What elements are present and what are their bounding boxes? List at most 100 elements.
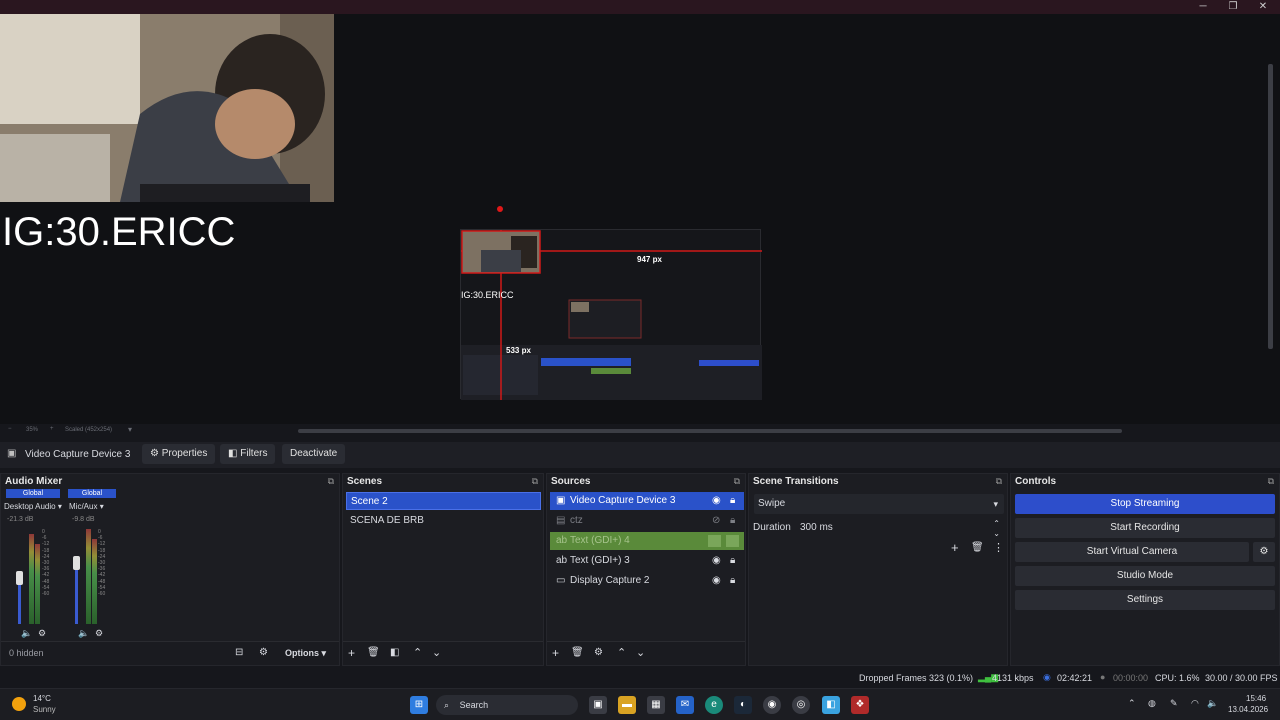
windows-start-icon[interactable]: ⊞: [410, 696, 428, 714]
steam-icon[interactable]: ◐: [734, 696, 752, 714]
eye-icon[interactable]: ◉: [712, 572, 721, 590]
trash-icon[interactable]: 🗑: [367, 647, 380, 658]
audio-mixer-footer: 0 hidden ⊟ ⚙ Options ▾: [1, 641, 339, 665]
stop-streaming-button[interactable]: Stop Streaming: [1015, 494, 1275, 514]
more-icon[interactable]: ⋮: [993, 541, 1004, 554]
add-icon[interactable]: +: [348, 646, 355, 660]
dock-undock-icon[interactable]: ⧉: [996, 476, 1002, 487]
chevron-up-icon[interactable]: ⌃: [1128, 698, 1136, 709]
dock-undock-icon[interactable]: ⧉: [532, 476, 538, 487]
add-icon[interactable]: +: [951, 540, 959, 555]
lock-icon[interactable]: 🔒︎: [730, 572, 735, 590]
tray-icon[interactable]: ◍: [1148, 698, 1156, 709]
start-recording-button[interactable]: Start Recording: [1015, 518, 1275, 538]
height-label: 533 px: [506, 346, 531, 355]
source-item[interactable]: ab Text (GDI+) 3 ◉ 🔒︎: [550, 552, 744, 570]
mail-icon[interactable]: ✉: [676, 696, 694, 714]
duration-field[interactable]: 300 ms ⌃ ⌄: [796, 518, 1004, 538]
preview-horizontal-scrollbar[interactable]: [298, 429, 1122, 433]
taskbar-search[interactable]: ⌕ Search: [436, 695, 578, 715]
preview-area[interactable]: IG:30.ERICC 947 px 533 px IG:30.ERICC: [0, 14, 1280, 424]
source-item[interactable]: ab Text (GDI+) 4: [550, 532, 744, 550]
dock-undock-icon[interactable]: ⧉: [1268, 476, 1274, 487]
trash-icon[interactable]: 🗑: [571, 647, 584, 658]
add-icon[interactable]: +: [552, 646, 559, 660]
channel-name-desktop-audio[interactable]: Desktop Audio ▾: [4, 502, 62, 511]
app-icon[interactable]: ❖: [851, 696, 869, 714]
zoom-in-button[interactable]: +: [50, 426, 54, 432]
monitor-icon: ▭: [556, 575, 566, 586]
speaker-icon[interactable]: 🔈: [1207, 698, 1218, 709]
arrow-up-icon[interactable]: ⌃: [617, 646, 626, 659]
studio-mode-button[interactable]: Studio Mode: [1015, 566, 1275, 586]
source-item[interactable]: ▤ ctz ⊘ 🔒︎: [550, 512, 744, 530]
task-view-icon[interactable]: ▣: [589, 696, 607, 714]
arrow-up-icon[interactable]: ⌃: [413, 646, 422, 659]
sources-title: Sources: [551, 476, 591, 487]
camera-icon: ▣: [7, 448, 17, 459]
gear-icon[interactable]: ⚙: [95, 628, 103, 639]
pen-icon[interactable]: ✎: [1170, 698, 1178, 709]
scene-item[interactable]: SCENA DE BRB: [346, 512, 541, 530]
canvas-preview[interactable]: 947 px 533 px IG:30.ERICC: [460, 229, 762, 400]
gear-icon[interactable]: ⚙: [594, 647, 603, 658]
deactivate-button[interactable]: Deactivate: [282, 444, 346, 464]
lock-icon[interactable]: [726, 535, 739, 547]
webcam-feed[interactable]: [0, 14, 334, 202]
scale-info: Scaled (452x254): [65, 427, 113, 433]
scene-transitions-dock: Scene Transitions ⧉ Swipe ▾ Duration 300…: [748, 473, 1008, 666]
text-icon: ab: [556, 535, 568, 546]
maximize-button[interactable]: ❐: [1218, 0, 1248, 14]
volume-slider-desktop[interactable]: [16, 571, 23, 585]
trash-icon[interactable]: 🗑: [971, 542, 984, 553]
edge-icon[interactable]: e: [705, 696, 723, 714]
chevron-down-icon[interactable]: ▾: [128, 425, 132, 434]
properties-button[interactable]: ⚙ Properties: [142, 444, 216, 464]
eye-icon[interactable]: [708, 535, 721, 547]
wifi-icon[interactable]: ◠: [1191, 698, 1199, 709]
speaker-icon[interactable]: 🔈: [78, 628, 89, 639]
virtual-camera-settings-button[interactable]: ⚙: [1253, 542, 1275, 562]
source-label: ctz: [570, 515, 583, 526]
text-icon: ab: [556, 555, 568, 566]
eye-icon[interactable]: ◉: [712, 492, 721, 510]
sun-icon[interactable]: [12, 697, 26, 711]
record-icon: ●: [1100, 672, 1106, 682]
zoom-out-button[interactable]: −: [8, 426, 12, 432]
dock-undock-icon[interactable]: ⧉: [328, 476, 334, 487]
file-explorer-icon[interactable]: ▬: [618, 696, 636, 714]
filters-button[interactable]: ◧ Filters: [220, 444, 276, 464]
start-virtual-camera-button[interactable]: Start Virtual Camera: [1015, 542, 1249, 562]
settings-button[interactable]: Settings: [1015, 590, 1275, 610]
channel-name-mic-aux[interactable]: Mic/Aux ▾: [69, 502, 104, 511]
arrow-down-icon[interactable]: ⌄: [432, 646, 441, 659]
app-icon[interactable]: ◎: [792, 696, 810, 714]
minimize-button[interactable]: ─: [1188, 0, 1218, 14]
source-item[interactable]: ▭ Display Capture 2 ◉ 🔒︎: [550, 572, 744, 590]
gear-icon[interactable]: ⚙: [38, 628, 46, 639]
eye-hidden-icon[interactable]: ⊘: [712, 512, 720, 530]
volume-slider-mic[interactable]: [73, 556, 80, 570]
close-button[interactable]: ✕: [1248, 0, 1278, 14]
scene-item[interactable]: Scene 2: [346, 492, 541, 510]
layout-icon[interactable]: ⊟: [235, 647, 243, 658]
preview-vertical-scrollbar[interactable]: [1268, 64, 1273, 349]
app-icon[interactable]: ◧: [822, 696, 840, 714]
duration-label: Duration: [753, 522, 791, 533]
eye-icon[interactable]: ◉: [712, 552, 721, 570]
lock-icon[interactable]: 🔒︎: [730, 512, 735, 530]
gear-icon[interactable]: ⚙: [259, 647, 268, 658]
transition-select[interactable]: Swipe ▾: [754, 494, 1004, 514]
store-icon[interactable]: ▦: [647, 696, 665, 714]
filter-icon[interactable]: ◧: [390, 647, 399, 658]
rotation-handle[interactable]: [497, 206, 503, 212]
options-button[interactable]: Options ▾: [281, 645, 330, 661]
obs-icon[interactable]: ◉: [763, 696, 781, 714]
lock-icon[interactable]: 🔒︎: [730, 492, 735, 510]
source-item[interactable]: ▣ Video Capture Device 3 ◉ 🔒︎: [550, 492, 744, 510]
arrow-down-icon[interactable]: ⌄: [636, 646, 645, 659]
dock-undock-icon[interactable]: ⧉: [734, 476, 740, 487]
speaker-icon[interactable]: 🔈: [21, 628, 32, 639]
weather-desc: Sunny: [33, 705, 56, 714]
lock-icon[interactable]: 🔒︎: [730, 552, 735, 570]
